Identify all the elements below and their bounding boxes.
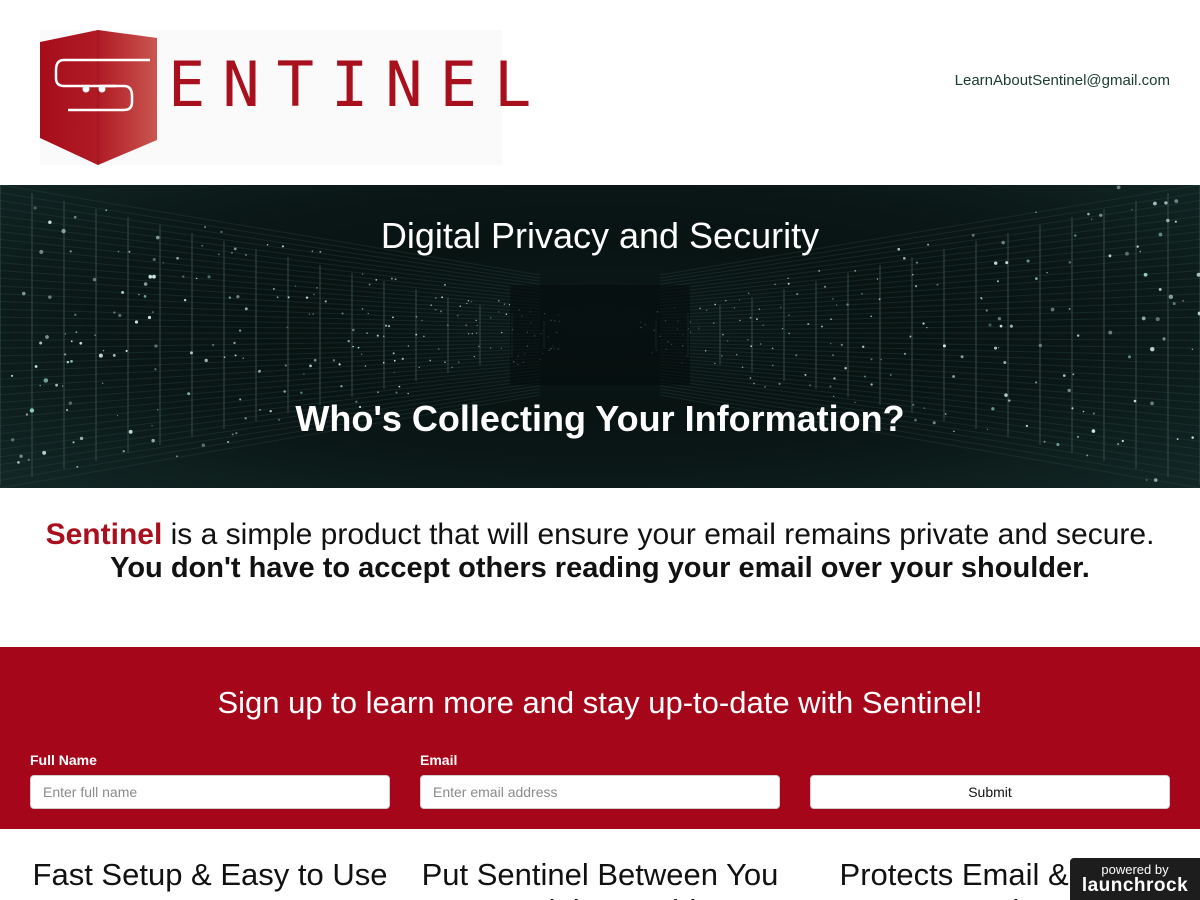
- hero-subtitle: Digital Privacy and Security: [380, 215, 820, 256]
- launchrock-logo: launchrock: [1081, 875, 1189, 896]
- intro-emphasis: You don't have to accept others reading …: [110, 552, 1090, 584]
- signup-title: Sign up to learn more and stay up-to-dat…: [217, 685, 983, 720]
- intro-text: Sentinel is a simple product that will e…: [0, 518, 1200, 552]
- email-input[interactable]: [420, 775, 780, 809]
- full-name-input[interactable]: [30, 775, 390, 809]
- brand-name: Sentinel: [45, 518, 163, 551]
- intro-section: Sentinel is a simple product that will e…: [0, 488, 1200, 647]
- contact-email-link[interactable]: LearnAboutSentinel@gmail.com: [955, 72, 1170, 89]
- features-section: Fast Setup & Easy to Use Put Sentinel Be…: [0, 829, 1200, 900]
- powered-by-badge[interactable]: powered by launchrock: [1070, 858, 1200, 900]
- site-header: ENTINEL LearnAboutSentinel@gmail.com: [0, 0, 1200, 185]
- sentinel-logo[interactable]: ENTINEL: [40, 30, 531, 165]
- shield-icon: [40, 30, 157, 165]
- signup-section: Sign up to learn more and stay up-to-dat…: [0, 647, 1200, 829]
- logo-wordmark: ENTINEL: [168, 48, 549, 121]
- email-label: Email: [420, 752, 458, 768]
- feature-title-setup: Fast Setup & Easy to Use: [32, 857, 388, 892]
- submit-button[interactable]: Submit: [810, 775, 1170, 809]
- hero-banner: Digital Privacy and Security Who's Colle…: [0, 185, 1200, 488]
- feature-title-between: Put Sentinel Between You and the World: [421, 857, 779, 900]
- intro-line1-text: is a simple product that will ensure you…: [162, 518, 1155, 551]
- full-name-label: Full Name: [30, 752, 97, 768]
- hero-title: Who's Collecting Your Information?: [295, 398, 905, 439]
